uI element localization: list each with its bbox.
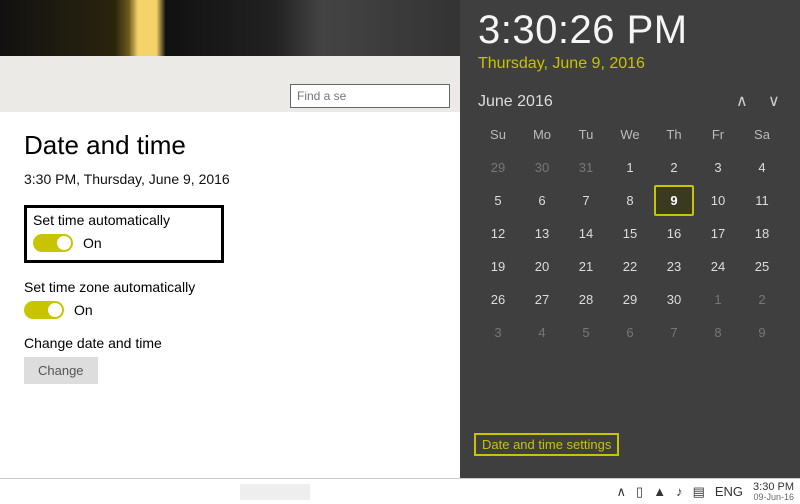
- calendar-day[interactable]: 13: [522, 218, 562, 249]
- date-time-settings-link[interactable]: Date and time settings: [474, 433, 619, 456]
- calendar-day[interactable]: 11: [742, 185, 782, 216]
- calendar-day[interactable]: 14: [566, 218, 606, 249]
- chevron-up-icon[interactable]: ∧: [736, 95, 750, 109]
- lock-screen-preview-strip: [0, 0, 460, 56]
- calendar-dow: We: [610, 121, 650, 150]
- flyout-time: 3:30:26 PM: [478, 8, 782, 53]
- change-dt-label: Change date and time: [24, 335, 436, 351]
- system-tray: ∧ ▯ ▲ ♪ ▤ ENG: [617, 484, 744, 500]
- set-tz-auto-section: Set time zone automatically On: [24, 279, 436, 319]
- taskbar-clock[interactable]: 3:30 PM 09-Jun-16: [753, 482, 794, 502]
- calendar-day[interactable]: 3: [698, 152, 738, 183]
- calendar-dow: Su: [478, 121, 518, 150]
- flyout-date: Thursday, June 9, 2016: [478, 55, 782, 73]
- set-time-auto-toggle[interactable]: [33, 234, 73, 252]
- calendar-day[interactable]: 20: [522, 251, 562, 282]
- calendar-day[interactable]: 24: [698, 251, 738, 282]
- calendar-month-label[interactable]: June 2016: [478, 93, 553, 111]
- calendar-grid: SuMoTuWeThFrSa29303112345678910111213141…: [478, 121, 782, 348]
- calendar-day[interactable]: 6: [610, 317, 650, 348]
- calendar-day[interactable]: 10: [698, 185, 738, 216]
- calendar-day[interactable]: 2: [742, 284, 782, 315]
- calendar-dow: Tu: [566, 121, 606, 150]
- change-dt-button[interactable]: Change: [24, 357, 98, 384]
- volume-icon[interactable]: ♪: [676, 484, 683, 499]
- calendar-day[interactable]: 5: [566, 317, 606, 348]
- current-time-text: 3:30 PM, Thursday, June 9, 2016: [24, 171, 436, 187]
- calendar-day[interactable]: 23: [654, 251, 694, 282]
- calendar-day[interactable]: 1: [698, 284, 738, 315]
- calendar-dow: Th: [654, 121, 694, 150]
- taskbar-app-button[interactable]: [240, 484, 310, 500]
- calendar-day[interactable]: 28: [566, 284, 606, 315]
- calendar-day[interactable]: 9: [742, 317, 782, 348]
- calendar-header: June 2016 ∧ ∨: [478, 93, 782, 111]
- taskbar: ∧ ▯ ▲ ♪ ▤ ENG 3:30 PM 09-Jun-16: [0, 478, 800, 504]
- calendar-day[interactable]: 29: [478, 152, 518, 183]
- set-tz-auto-toggle[interactable]: [24, 301, 64, 319]
- settings-panel: Date and time 3:30 PM, Thursday, June 9,…: [0, 0, 460, 504]
- clock-calendar-flyout: 3:30:26 PM Thursday, June 9, 2016 June 2…: [460, 0, 800, 478]
- calendar-dow: Mo: [522, 121, 562, 150]
- action-center-icon[interactable]: ▤: [693, 484, 705, 500]
- calendar-dow: Fr: [698, 121, 738, 150]
- tray-overflow-icon[interactable]: ∧: [617, 484, 627, 500]
- change-dt-section: Change date and time Change: [24, 335, 436, 384]
- calendar-day[interactable]: 3: [478, 317, 518, 348]
- calendar-day[interactable]: 7: [566, 185, 606, 216]
- calendar-day[interactable]: 31: [566, 152, 606, 183]
- set-tz-auto-label: Set time zone automatically: [24, 279, 436, 295]
- settings-search-input[interactable]: [297, 89, 443, 103]
- calendar-dow: Sa: [742, 121, 782, 150]
- calendar-day[interactable]: 17: [698, 218, 738, 249]
- calendar-day[interactable]: 22: [610, 251, 650, 282]
- calendar-day[interactable]: 4: [522, 317, 562, 348]
- settings-body: Date and time 3:30 PM, Thursday, June 9,…: [0, 112, 460, 384]
- calendar-nav: ∧ ∨: [736, 95, 782, 109]
- calendar-day[interactable]: 30: [654, 284, 694, 315]
- calendar-day[interactable]: 18: [742, 218, 782, 249]
- calendar-day[interactable]: 25: [742, 251, 782, 282]
- calendar-day[interactable]: 6: [522, 185, 562, 216]
- calendar-day[interactable]: 2: [654, 152, 694, 183]
- highlight-set-time-auto: Set time automatically On: [24, 205, 224, 263]
- calendar-day[interactable]: 8: [610, 185, 650, 216]
- calendar-day[interactable]: 12: [478, 218, 518, 249]
- set-time-auto-state: On: [83, 235, 102, 251]
- calendar-day[interactable]: 16: [654, 218, 694, 249]
- settings-header: [0, 0, 460, 112]
- taskbar-clock-time: 3:30 PM: [753, 482, 794, 493]
- wifi-icon[interactable]: ▲: [653, 484, 666, 499]
- chevron-down-icon[interactable]: ∨: [768, 95, 782, 109]
- calendar-day[interactable]: 29: [610, 284, 650, 315]
- settings-search[interactable]: [290, 84, 450, 108]
- calendar-day[interactable]: 7: [654, 317, 694, 348]
- set-tz-auto-state: On: [74, 302, 93, 318]
- calendar-day[interactable]: 15: [610, 218, 650, 249]
- calendar-day[interactable]: 19: [478, 251, 518, 282]
- calendar-day[interactable]: 1: [610, 152, 650, 183]
- calendar-day[interactable]: 26: [478, 284, 518, 315]
- page-title: Date and time: [24, 130, 436, 161]
- calendar-day[interactable]: 4: [742, 152, 782, 183]
- battery-icon[interactable]: ▯: [636, 484, 643, 500]
- set-time-auto-label: Set time automatically: [33, 212, 215, 228]
- calendar-day[interactable]: 8: [698, 317, 738, 348]
- calendar-day[interactable]: 30: [522, 152, 562, 183]
- calendar-day[interactable]: 21: [566, 251, 606, 282]
- language-indicator[interactable]: ENG: [715, 484, 743, 499]
- calendar-day-today[interactable]: 9: [654, 185, 694, 216]
- calendar-day[interactable]: 27: [522, 284, 562, 315]
- calendar-day[interactable]: 5: [478, 185, 518, 216]
- taskbar-clock-date: 09-Jun-16: [753, 493, 794, 502]
